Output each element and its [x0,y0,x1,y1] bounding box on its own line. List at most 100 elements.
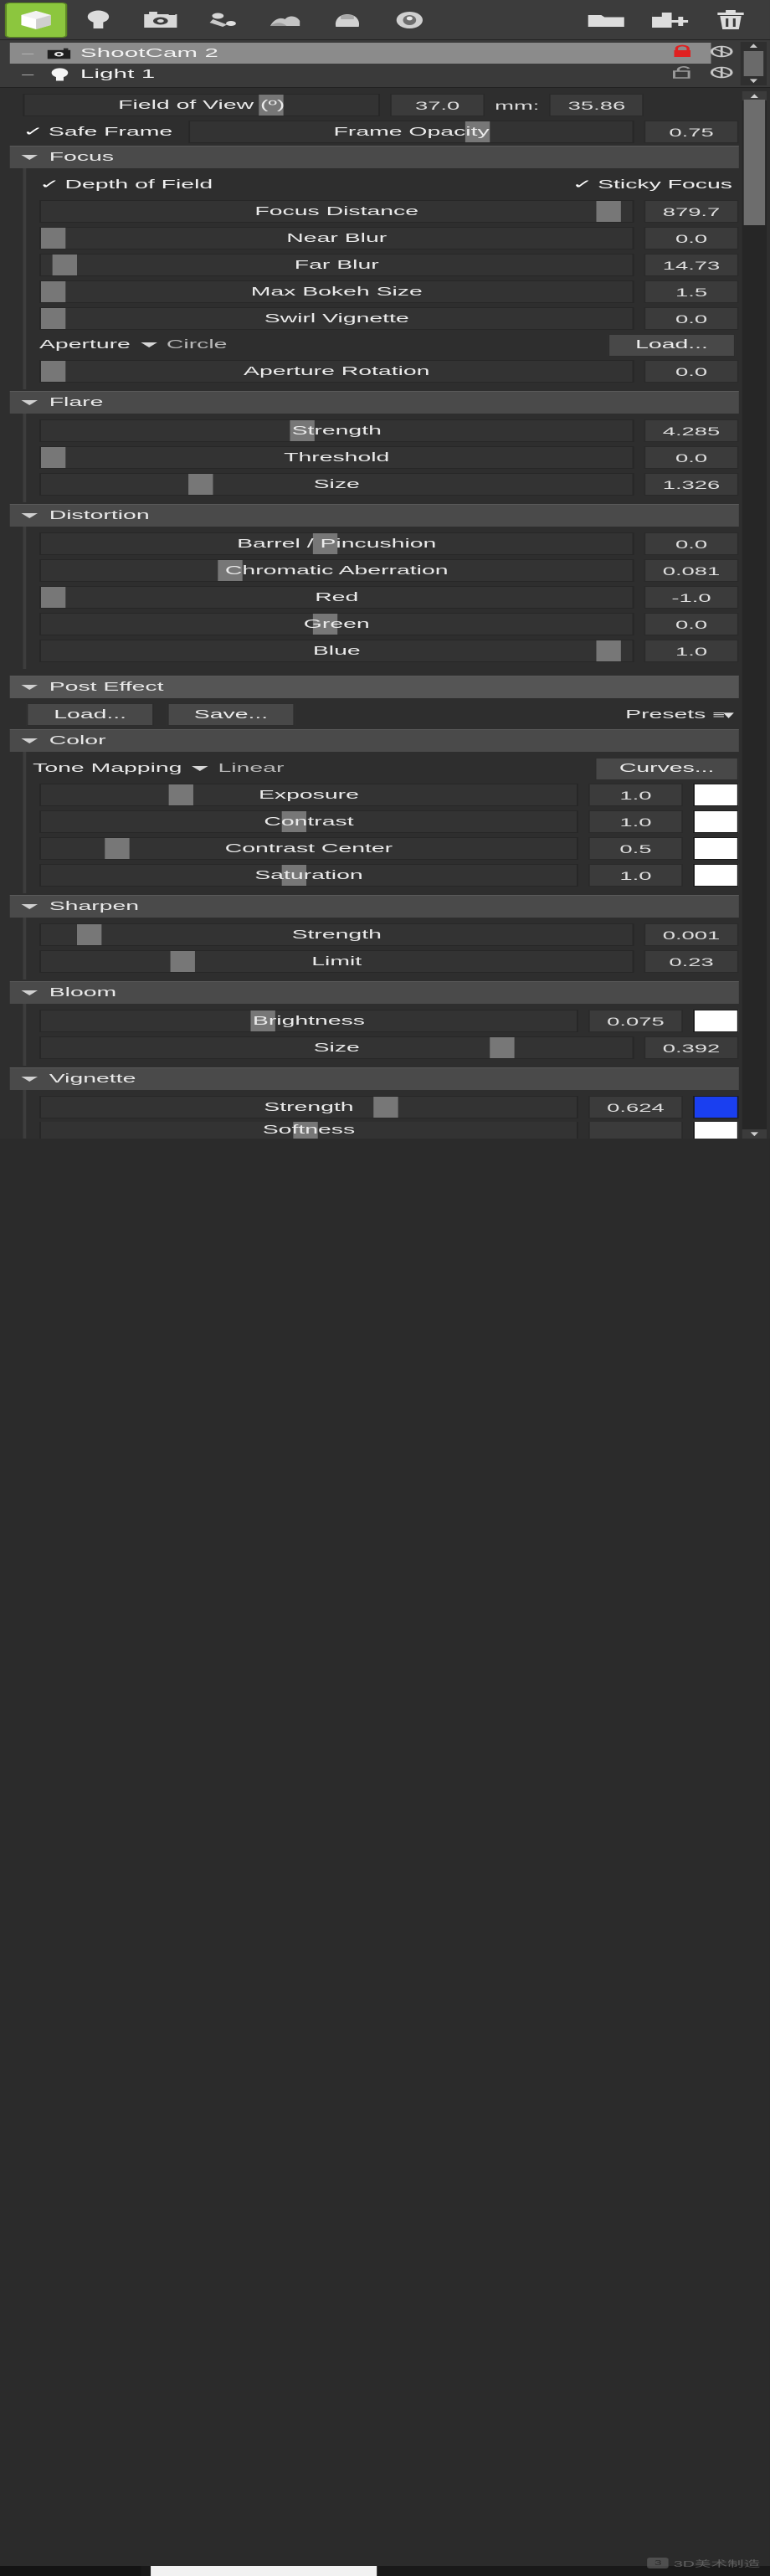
contrast-color-swatch[interactable] [692,810,739,833]
sticky-focus-checkbox[interactable]: ✓ Sticky Focus [572,178,732,192]
tree-expander[interactable]: – [13,69,43,80]
barrel-pincushion-value[interactable]: 0.0 [644,532,739,555]
slider-handle[interactable] [490,1037,516,1058]
toolbar-environment-button[interactable] [255,3,314,37]
near-blur-value[interactable]: 0.0 [644,227,739,249]
max-bokeh-size-slider[interactable]: Max Bokeh Size [38,280,634,303]
toolbar-model-button[interactable] [4,2,68,38]
bloom-brightness-value[interactable]: 0.075 [588,1010,684,1032]
tree-expander[interactable]: – [13,48,43,59]
properties-scrollbar[interactable]: ▲ ▼ [742,91,767,1139]
chromatic-aberration-value[interactable]: 0.081 [644,559,739,582]
vignette-softness-swatch[interactable] [692,1122,739,1139]
sharpen-strength-value[interactable]: 0.001 [644,923,739,946]
exposure-color-swatch[interactable] [692,784,739,806]
near-blur-slider[interactable]: Near Blur [38,227,634,249]
field-of-view-value[interactable]: 37.0 [389,94,485,116]
slider-handle[interactable] [169,784,194,805]
tree-scrollbar[interactable]: ▲ ▼ [740,42,767,85]
chevron-down-icon[interactable] [140,342,157,347]
visibility-icon[interactable] [710,66,734,83]
toolbar-delete-button[interactable] [701,3,760,37]
contrast-center-value[interactable]: 0.5 [588,837,684,860]
visibility-icon[interactable] [710,45,734,62]
slider-handle[interactable] [76,924,101,945]
exposure-slider[interactable]: Exposure [38,784,578,806]
bloom-brightness-slider[interactable]: Brightness [38,1010,578,1032]
slider-handle[interactable] [53,255,78,275]
slider-handle[interactable] [171,951,196,972]
scroll-down-icon[interactable]: ▼ [747,78,761,85]
chevron-down-icon[interactable] [192,766,208,771]
exposure-value[interactable]: 1.0 [588,784,684,806]
contrast-value[interactable]: 1.0 [588,810,684,833]
green-slider[interactable]: Green [38,613,634,635]
post-effect-load-button[interactable]: Load... [26,703,154,726]
tree-row-shootcam[interactable]: – ShootCam 2 [0,43,770,64]
focal-length-value[interactable]: 35.86 [549,94,644,116]
saturation-value[interactable]: 1.0 [588,864,684,887]
focus-group-header[interactable]: Focus [9,146,739,168]
vignette-softness-value[interactable] [588,1122,684,1139]
bloom-group-header[interactable]: Bloom [9,981,739,1004]
slider-handle[interactable] [40,447,66,468]
green-value[interactable]: 0.0 [644,613,739,635]
toolbar-animation-button[interactable] [193,3,252,37]
vignette-strength-slider[interactable]: Strength [38,1096,578,1118]
toolbar-backplate-button[interactable] [318,3,377,37]
contrast-center-slider[interactable]: Contrast Center [38,837,578,860]
flare-strength-value[interactable]: 4.285 [644,419,739,442]
flare-size-slider[interactable]: Size [38,473,634,496]
blue-value[interactable]: 1.0 [644,640,739,662]
slider-handle[interactable] [40,361,66,382]
presets-menu[interactable]: Presets ≡▾ [625,708,739,722]
toolbar-camera-button[interactable] [131,3,190,37]
scroll-thumb[interactable] [743,51,764,76]
slider-handle[interactable] [40,308,66,329]
toolbar-material-button[interactable] [380,3,439,37]
slider-handle[interactable] [372,1097,398,1118]
far-blur-slider[interactable]: Far Blur [38,254,634,276]
barrel-pincushion-slider[interactable]: Barrel / Pincushion [38,532,634,555]
scroll-down-icon[interactable]: ▼ [742,1129,767,1139]
bloom-size-slider[interactable]: Size [38,1036,634,1059]
sharpen-limit-slider[interactable]: Limit [38,950,634,973]
flare-size-value[interactable]: 1.326 [644,473,739,496]
tree-row-light[interactable]: – Light 1 [0,64,770,85]
vignette-color-swatch[interactable] [692,1096,739,1118]
post-effect-save-button[interactable]: Save... [167,703,295,726]
sharpen-strength-slider[interactable]: Strength [38,923,634,946]
color-group-header[interactable]: Color [9,729,739,752]
vignette-strength-value[interactable]: 0.624 [588,1096,684,1118]
unlock-icon[interactable] [672,65,693,83]
toolbar-add-folder-button[interactable] [639,3,697,37]
contrast-center-color-swatch[interactable] [692,837,739,860]
red-value[interactable]: -1.0 [644,586,739,609]
aperture-load-button[interactable]: Load... [608,333,736,357]
contrast-slider[interactable]: Contrast [38,810,578,833]
curves-button[interactable]: Curves... [594,757,739,780]
slider-handle[interactable] [40,281,66,302]
max-bokeh-size-value[interactable]: 1.5 [644,280,739,303]
slider-handle[interactable] [188,474,213,495]
saturation-color-swatch[interactable] [692,864,739,887]
toolbar-folder-button[interactable] [577,3,635,37]
far-blur-value[interactable]: 14.73 [644,254,739,276]
focus-distance-value[interactable]: 879.7 [644,200,739,223]
toolbar-light-button[interactable] [69,3,127,37]
slider-handle[interactable] [40,228,66,249]
tone-mapping-value[interactable]: Linear [218,762,285,775]
blue-slider[interactable]: Blue [38,640,634,662]
slider-handle[interactable] [105,838,131,859]
aperture-value[interactable]: Circle [167,338,228,352]
field-of-view-slider[interactable]: Field of View (º) [23,94,381,116]
scroll-thumb[interactable] [743,100,766,225]
vignette-group-header[interactable]: Vignette [9,1067,739,1090]
depth-of-field-checkbox[interactable]: ✓ Depth of Field [39,178,213,192]
slider-handle[interactable] [597,201,622,222]
flare-strength-slider[interactable]: Strength [38,419,634,442]
chromatic-aberration-slider[interactable]: Chromatic Aberration [38,559,634,582]
slider-handle[interactable] [40,587,66,608]
flare-group-header[interactable]: Flare [9,391,739,414]
scroll-up-icon[interactable]: ▲ [747,43,761,49]
